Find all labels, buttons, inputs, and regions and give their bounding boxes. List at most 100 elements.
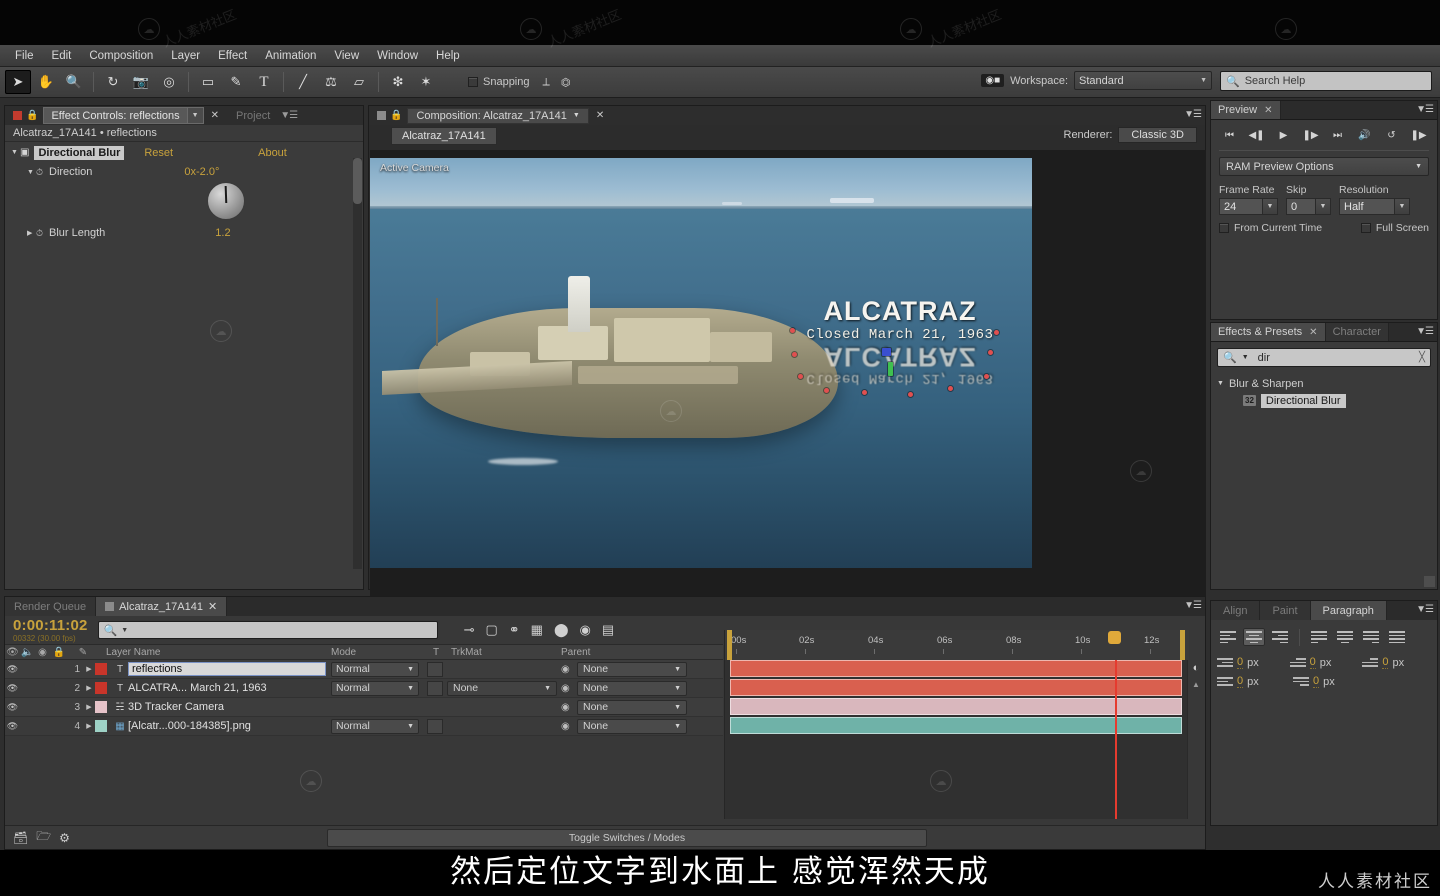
space-after-paragraph-field[interactable]: 0 px bbox=[1293, 675, 1365, 688]
snapping-control[interactable]: Snapping ⟂ ⏣ bbox=[468, 76, 570, 89]
video-toggle-icon[interactable]: 👁 bbox=[5, 664, 20, 675]
scroll-up-icon[interactable]: ▲ bbox=[1188, 680, 1204, 689]
menu-item-animation[interactable]: Animation bbox=[256, 48, 325, 64]
property-row-direction[interactable]: ▼ ⏱ Direction 0x-2.0° bbox=[5, 163, 363, 181]
comp-settings-icon[interactable]: 🗃 bbox=[13, 831, 28, 845]
align-left-button[interactable] bbox=[1217, 628, 1239, 646]
skip-control[interactable]: 0 ▼ bbox=[1286, 198, 1331, 215]
effects-item-directional-blur[interactable]: 32 Directional Blur bbox=[1243, 392, 1437, 409]
layer-t-cell[interactable] bbox=[427, 661, 443, 677]
effect-enable-icon[interactable]: ▣ bbox=[20, 147, 34, 158]
layer-t-cell[interactable] bbox=[427, 680, 443, 696]
tab-paint[interactable]: Paint bbox=[1260, 601, 1311, 620]
menu-item-help[interactable]: Help bbox=[427, 48, 469, 64]
pan-behind-tool-icon[interactable]: ◎ bbox=[156, 70, 182, 94]
close-icon[interactable]: ✕ bbox=[1264, 105, 1272, 116]
clear-search-icon[interactable]: ╳ bbox=[1419, 352, 1425, 363]
selection-tool-icon[interactable]: ➤ bbox=[5, 70, 31, 94]
justify-all-button[interactable] bbox=[1386, 628, 1408, 646]
menu-item-view[interactable]: View bbox=[325, 48, 368, 64]
comp-renderer-icon[interactable]: ◐ bbox=[1188, 662, 1204, 674]
pen-tool-icon[interactable]: ✎ bbox=[223, 70, 249, 94]
layer-name[interactable]: 3D Tracker Camera bbox=[128, 701, 224, 713]
video-toggle-icon[interactable]: 👁 bbox=[5, 702, 20, 713]
next-frame-button[interactable]: ❚▶ bbox=[1300, 126, 1321, 144]
type-tool-icon[interactable]: T bbox=[251, 70, 277, 94]
panel-menu-icon[interactable]: ▼☰ bbox=[1184, 109, 1202, 120]
justify-last-center-button[interactable] bbox=[1334, 628, 1356, 646]
panel-menu-icon[interactable]: ▼☰ bbox=[1416, 604, 1434, 615]
comp-name-tab[interactable]: Alcatraz_17A141 bbox=[391, 127, 497, 145]
parent-pickwhip-icon[interactable]: ◉ bbox=[561, 721, 570, 732]
puppet-pin-tool-icon[interactable]: ✶ bbox=[413, 70, 439, 94]
align-center-button[interactable] bbox=[1243, 628, 1265, 646]
disclosure-triangle-icon[interactable]: ▼ bbox=[11, 149, 20, 156]
tab-align[interactable]: Align bbox=[1211, 601, 1261, 620]
stopwatch-icon[interactable]: ⏱ bbox=[36, 228, 49, 239]
column-parent[interactable]: Parent bbox=[561, 647, 590, 658]
hide-shy-layers-icon[interactable]: ⚭ bbox=[509, 622, 520, 638]
tab-effects-presets[interactable]: Effects & Presets ✕ bbox=[1211, 323, 1326, 341]
full-screen-checkbox[interactable]: Full Screen bbox=[1360, 222, 1429, 234]
indent-first-line-field[interactable]: 0 px bbox=[1289, 656, 1359, 669]
tab-effect-controls[interactable]: Effect Controls: reflections bbox=[43, 107, 188, 124]
tab-project[interactable]: Project bbox=[226, 110, 280, 122]
indent-right-value[interactable]: 0 bbox=[1237, 675, 1244, 688]
indent-left-margin-field[interactable]: 0 px bbox=[1217, 656, 1286, 669]
eraser-tool-icon[interactable]: ▱ bbox=[346, 70, 372, 94]
ram-preview-options-dropdown[interactable]: RAM Preview Options ▼ bbox=[1219, 157, 1429, 176]
video-toggle-icon[interactable]: 👁 bbox=[5, 683, 20, 694]
close-icon[interactable]: ✕ bbox=[208, 600, 217, 613]
layer-mode-dropdown[interactable]: Normal ▼ bbox=[331, 680, 419, 696]
disclosure-triangle-icon[interactable]: ▶ bbox=[27, 229, 36, 237]
resize-grip[interactable] bbox=[1424, 576, 1435, 587]
workspace-bar-icon[interactable]: ◉■ bbox=[981, 74, 1005, 87]
tab-paragraph[interactable]: Paragraph bbox=[1310, 601, 1387, 620]
current-time-display[interactable]: 0:00:11:02 00332 (30.00 fps) bbox=[13, 618, 88, 643]
menu-item-layer[interactable]: Layer bbox=[162, 48, 209, 64]
chevron-down-icon[interactable]: ▼ bbox=[121, 627, 128, 634]
scrollbar-thumb[interactable] bbox=[353, 158, 362, 204]
effect-name[interactable]: Directional Blur bbox=[34, 145, 125, 160]
space-before-value[interactable]: 0 bbox=[1382, 656, 1389, 669]
workspace-dropdown[interactable]: Standard ▼ bbox=[1074, 71, 1212, 90]
chevron-down-icon[interactable]: ▼ bbox=[1242, 354, 1249, 361]
indent-right-margin-field[interactable]: 0 px bbox=[1217, 675, 1289, 688]
brainstorm-icon[interactable]: ◉ bbox=[580, 622, 591, 638]
disclosure-triangle-icon[interactable]: ▼ bbox=[27, 169, 36, 176]
column-trkmat[interactable]: TrkMat bbox=[451, 647, 482, 658]
tab-preview[interactable]: Preview ✕ bbox=[1211, 101, 1281, 119]
property-value-blur-length[interactable]: 1.2 bbox=[215, 227, 230, 239]
disclosure-triangle-icon[interactable]: ▶ bbox=[83, 684, 95, 692]
layer-label-swatch[interactable] bbox=[95, 720, 107, 732]
layer-t-cell[interactable] bbox=[427, 718, 443, 734]
roto-brush-tool-icon[interactable]: ❇ bbox=[385, 70, 411, 94]
panel-menu-icon[interactable]: ▼☰ bbox=[1416, 326, 1434, 337]
align-right-button[interactable] bbox=[1269, 628, 1291, 646]
from-current-time-checkbox[interactable]: From Current Time bbox=[1219, 222, 1322, 234]
frame-rate-control[interactable]: 24 ▼ bbox=[1219, 198, 1278, 215]
layer-parent-dropdown[interactable]: None ▼ bbox=[577, 718, 687, 734]
timeline-search-field[interactable]: 🔍 ▼ bbox=[97, 621, 438, 639]
composition-mini-flowchart-icon[interactable]: ⊸ bbox=[464, 622, 475, 638]
search-help-field[interactable]: 🔍 Search Help bbox=[1220, 71, 1432, 91]
play-button[interactable]: ▶ bbox=[1273, 126, 1294, 144]
brush-tool-icon[interactable]: ╱ bbox=[290, 70, 316, 94]
column-t[interactable]: T bbox=[433, 647, 439, 658]
toggle-switches-modes-button[interactable]: Toggle Switches / Modes bbox=[327, 828, 927, 847]
checkbox-box[interactable] bbox=[1360, 223, 1371, 233]
layer-mode-dropdown[interactable]: Normal ▼ bbox=[331, 661, 419, 677]
justify-last-right-button[interactable] bbox=[1360, 628, 1382, 646]
menu-item-window[interactable]: Window bbox=[368, 48, 427, 64]
close-icon[interactable]: ✕ bbox=[589, 110, 611, 121]
layer-name[interactable]: ALCATRA... March 21, 1963 bbox=[128, 682, 267, 694]
effect-reset-button[interactable]: Reset bbox=[144, 147, 173, 159]
effect-header-row[interactable]: ▼ ▣ Directional Blur Reset About bbox=[5, 142, 363, 163]
frame-rate-input[interactable]: 24 bbox=[1219, 198, 1263, 215]
justify-last-left-button[interactable] bbox=[1308, 628, 1330, 646]
chevron-down-icon[interactable]: ▼ bbox=[1316, 198, 1331, 215]
tab-character[interactable]: Character bbox=[1325, 323, 1389, 341]
work-area-start-handle[interactable] bbox=[727, 630, 732, 660]
clone-stamp-tool-icon[interactable]: ⚖ bbox=[318, 70, 344, 94]
lock-icon[interactable]: 🔒 bbox=[26, 110, 38, 121]
